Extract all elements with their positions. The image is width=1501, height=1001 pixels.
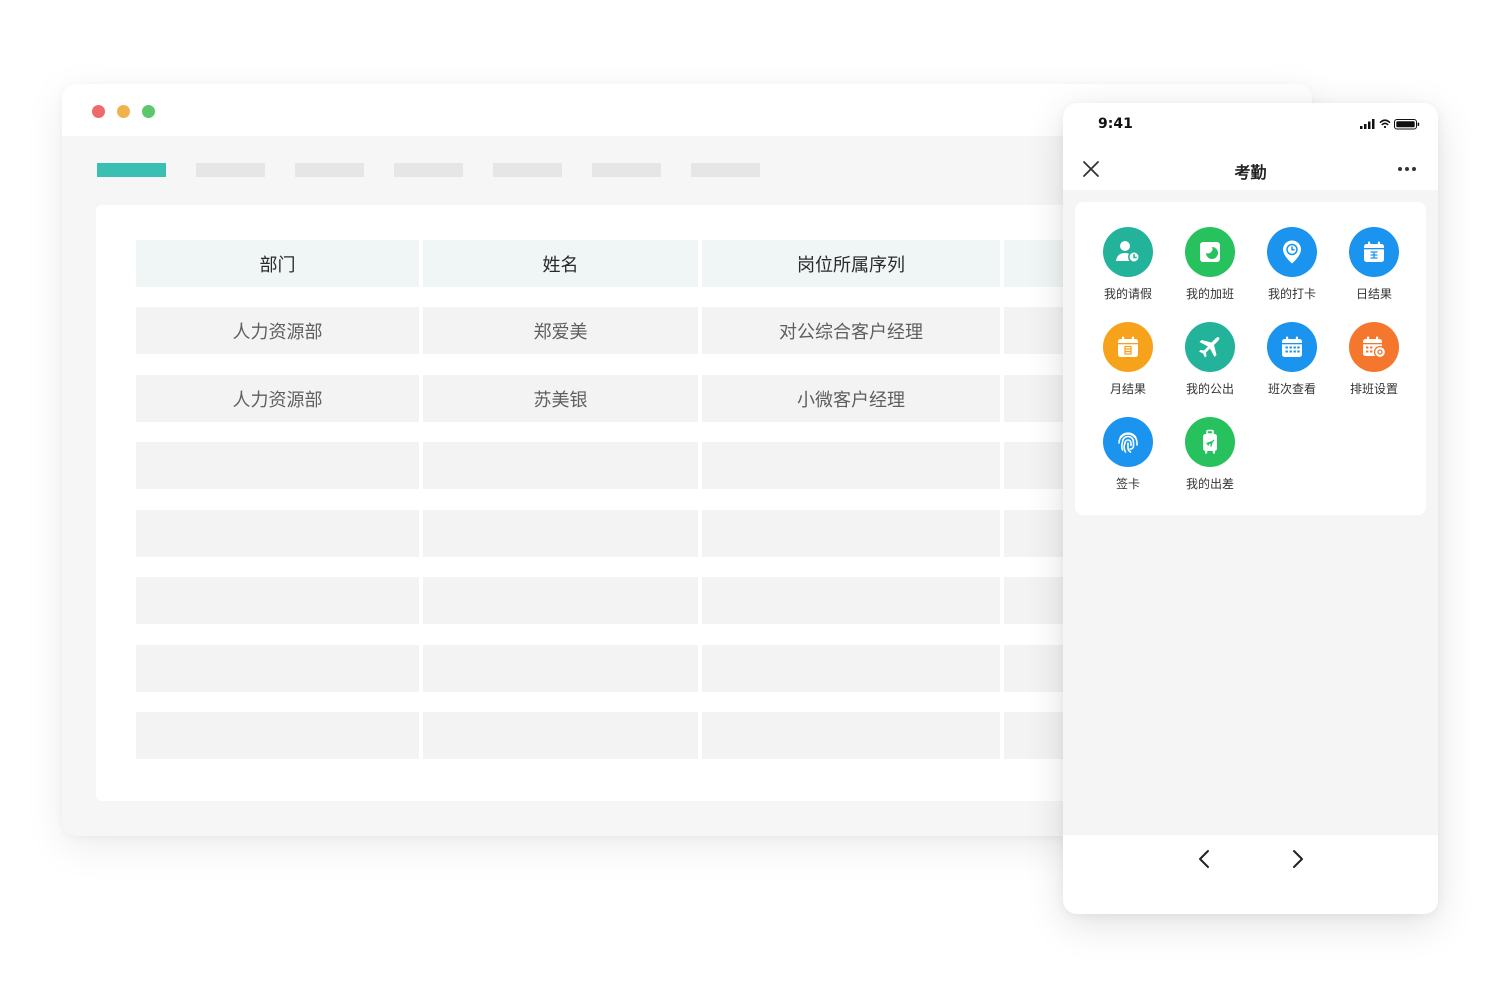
table-cell: 苏美银	[423, 375, 698, 422]
app-label: 月结果	[1109, 382, 1146, 396]
calendar-grid-icon	[1267, 322, 1317, 372]
app-label: 我的请假	[1103, 287, 1152, 301]
moon-icon	[1185, 227, 1235, 277]
app-label: 签卡	[1115, 477, 1140, 491]
table-cell-empty	[423, 645, 698, 692]
maximize-window-dot[interactable]	[142, 105, 155, 118]
page-title: 考勤	[1234, 163, 1267, 182]
app-daily-result[interactable]: 日结果	[1334, 227, 1414, 302]
wifi-icon	[1379, 119, 1391, 129]
back-arrow-icon[interactable]	[1193, 847, 1217, 871]
fingerprint-icon	[1103, 417, 1153, 467]
table-cell-empty	[702, 712, 1000, 759]
status-bar: 9:41	[1063, 103, 1438, 147]
app-shift-view[interactable]: 班次查看	[1252, 322, 1332, 397]
location-clock-icon	[1267, 227, 1317, 277]
table-cell-empty	[136, 510, 419, 557]
app-label: 班次查看	[1267, 382, 1316, 396]
table-cell-empty	[136, 645, 419, 692]
table-cell-empty	[136, 712, 419, 759]
app-grid-card: 我的请假 我的加班 我的打卡 日结果 月结果 我的公出 班次查看 排班设置 签卡…	[1075, 202, 1426, 515]
nav-bar: 考勤	[1063, 147, 1438, 190]
table-cell: 人力资源部	[136, 307, 419, 354]
app-my-business-out[interactable]: 我的公出	[1170, 322, 1250, 397]
person-clock-icon	[1103, 227, 1153, 277]
table-cell-empty	[702, 645, 1000, 692]
tab-placeholder[interactable]	[196, 163, 265, 177]
app-label: 我的出差	[1185, 477, 1234, 491]
table-cell-empty	[702, 442, 1000, 489]
tab-active[interactable]	[97, 163, 166, 177]
table-header-name: 姓名	[423, 240, 698, 287]
luggage-icon	[1185, 417, 1235, 467]
app-my-leave[interactable]: 我的请假	[1088, 227, 1168, 302]
app-sign-card[interactable]: 签卡	[1088, 417, 1168, 492]
table-cell-empty	[136, 577, 419, 624]
calendar-month-icon	[1103, 322, 1153, 372]
table-cell-empty	[423, 712, 698, 759]
table-cell: 对公综合客户经理	[702, 307, 1000, 354]
app-label: 我的公出	[1185, 382, 1234, 396]
tab-placeholder[interactable]	[691, 163, 760, 177]
table-cell-empty	[702, 577, 1000, 624]
close-window-dot[interactable]	[92, 105, 105, 118]
app-my-business-trip[interactable]: 我的出差	[1170, 417, 1250, 492]
table-cell: 郑爱美	[423, 307, 698, 354]
table-header-position-series: 岗位所属序列	[702, 240, 1000, 287]
status-icons	[1360, 119, 1420, 130]
app-my-overtime[interactable]: 我的加班	[1170, 227, 1250, 302]
app-label: 日结果	[1355, 287, 1392, 301]
app-monthly-result[interactable]: 月结果	[1088, 322, 1168, 397]
bottom-toolbar	[1063, 835, 1438, 914]
table-cell: 人力资源部	[136, 375, 419, 422]
minimize-window-dot[interactable]	[117, 105, 130, 118]
tab-placeholder[interactable]	[592, 163, 661, 177]
calendar-gear-icon	[1349, 322, 1399, 372]
tab-placeholder[interactable]	[394, 163, 463, 177]
table-cell-empty	[136, 442, 419, 489]
app-label: 我的加班	[1185, 287, 1234, 301]
status-time: 9:41	[1098, 116, 1133, 132]
forward-arrow-icon[interactable]	[1285, 847, 1309, 871]
calendar-icon	[1349, 227, 1399, 277]
signal-icon	[1360, 119, 1375, 129]
airplane-icon	[1185, 322, 1235, 372]
table-panel: 部门 姓名 岗位所属序列 人力资源部 郑爱美 对公综合客户经理 人力资源部 苏美…	[96, 205, 1096, 801]
app-schedule-settings[interactable]: 排班设置	[1334, 322, 1414, 397]
table-cell-empty	[423, 577, 698, 624]
table-cell-empty	[702, 510, 1000, 557]
app-label: 排班设置	[1349, 382, 1398, 396]
battery-icon	[1394, 119, 1420, 130]
table-cell: 小微客户经理	[702, 375, 1000, 422]
table-header-department: 部门	[136, 240, 419, 287]
table-cell-empty	[423, 442, 698, 489]
app-label: 我的打卡	[1267, 287, 1316, 301]
phone-frame: 9:41 考勤 我的请假 我的加班 我的打卡 日结果 月结果 我的公出 班次查看…	[1063, 103, 1438, 914]
table-cell-empty	[423, 510, 698, 557]
tab-placeholder[interactable]	[493, 163, 562, 177]
more-icon[interactable]	[1396, 159, 1418, 179]
app-my-checkin[interactable]: 我的打卡	[1252, 227, 1332, 302]
stage: 部门 姓名 岗位所属序列 人力资源部 郑爱美 对公综合客户经理 人力资源部 苏美…	[0, 0, 1501, 1001]
tab-placeholder[interactable]	[295, 163, 364, 177]
